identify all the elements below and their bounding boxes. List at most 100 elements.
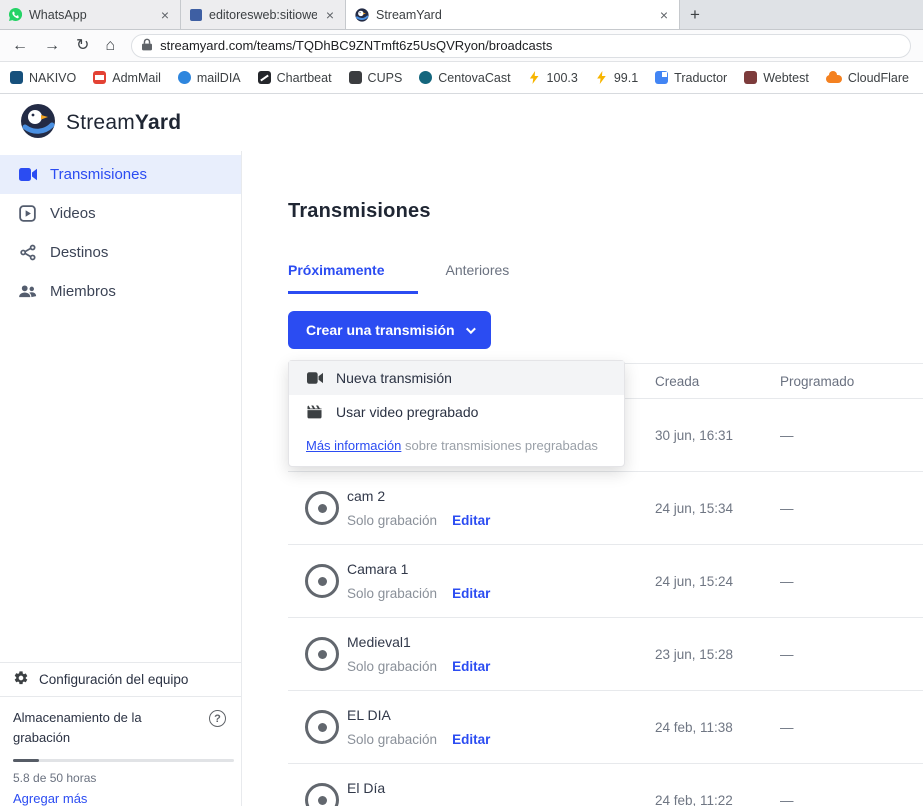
tab-title: editoresweb:sitioweb:eldia.co xyxy=(209,8,317,22)
add-more-link[interactable]: Agregar más xyxy=(13,791,228,806)
bookmark-centovacast[interactable]: CentovaCast xyxy=(419,71,510,85)
sidebar-spacer xyxy=(0,311,241,662)
broadcast-row[interactable]: EL DIA Solo grabación Editar 24 feb, 11:… xyxy=(288,691,923,764)
lightning-icon xyxy=(595,71,608,84)
scheduled-cell: — xyxy=(780,574,923,589)
storage-progress-bar xyxy=(13,759,234,762)
broadcast-subtitle-row xyxy=(347,803,385,806)
streamyard-logo[interactable]: StreamYard xyxy=(20,103,181,142)
record-icon xyxy=(305,637,339,671)
broadcast-text: El Día xyxy=(347,778,385,806)
sidebar: Transmisiones Videos Destinos Miembros xyxy=(0,151,242,806)
app-body: Transmisiones Videos Destinos Miembros xyxy=(0,151,923,806)
menu-item-video-pregrabado[interactable]: Usar video pregrabado xyxy=(289,395,624,429)
bookmark-label: mailDIA xyxy=(197,71,241,85)
broadcast-subtitle-row: Solo grabación Editar xyxy=(347,511,490,531)
created-cell: 24 feb, 11:22 xyxy=(655,793,780,806)
home-icon[interactable]: ⌂ xyxy=(105,38,115,54)
record-icon xyxy=(305,491,339,525)
broadcast-text: EL DIA Solo grabación Editar xyxy=(347,705,490,750)
sidebar-item-miembros[interactable]: Miembros xyxy=(0,272,241,311)
bookmark-maildia[interactable]: mailDIA xyxy=(178,71,241,85)
broadcast-subtitle-row: Solo grabación Editar xyxy=(347,584,490,604)
create-broadcast-button[interactable]: Crear una transmisión xyxy=(288,311,491,349)
sidebar-item-transmisiones[interactable]: Transmisiones xyxy=(0,155,241,194)
sidebar-item-label: Videos xyxy=(50,205,96,222)
broadcast-subtitle: Solo grabación xyxy=(347,584,437,604)
edit-link[interactable]: Editar xyxy=(452,657,490,677)
new-tab-button[interactable]: + xyxy=(680,0,710,29)
storage-title: Almacenamiento de la grabación xyxy=(13,708,181,747)
bookmark-100-3[interactable]: 100.3 xyxy=(528,71,578,85)
cloud-icon xyxy=(826,75,842,83)
broadcast-title: El Día xyxy=(347,778,385,798)
reload-icon[interactable]: ↻ xyxy=(76,38,89,54)
bookmark-label: Chartbeat xyxy=(277,71,332,85)
logo-part2: Yard xyxy=(135,111,181,134)
tab-proximamente[interactable]: Próximamente xyxy=(288,262,418,294)
logo-text: StreamYard xyxy=(66,111,181,135)
address-bar[interactable] xyxy=(131,34,911,58)
sidebar-item-label: Miembros xyxy=(50,283,116,300)
browser-toolbar: ← → ↻ ⌂ xyxy=(0,30,923,62)
tab-anteriores[interactable]: Anteriores xyxy=(445,262,509,294)
tab-title: WhatsApp xyxy=(29,8,152,22)
bookmark-nakivo[interactable]: NAKIVO xyxy=(10,71,76,85)
eldia-site-icon xyxy=(190,9,202,21)
bookmark-cloudflare[interactable]: CloudFlare xyxy=(826,71,909,85)
edit-link[interactable]: Editar xyxy=(452,584,490,604)
header-created: Creada xyxy=(655,374,780,389)
broadcast-title: cam 2 xyxy=(347,486,490,506)
bookmark-label: Webtest xyxy=(763,71,809,85)
close-icon[interactable]: × xyxy=(324,8,336,22)
back-icon[interactable]: ← xyxy=(12,38,28,54)
menu-item-nueva-transmision[interactable]: Nueva transmisión xyxy=(289,361,624,395)
forward-icon[interactable]: → xyxy=(44,38,60,54)
people-icon xyxy=(18,285,37,298)
team-settings-button[interactable]: Configuración del equipo xyxy=(0,662,241,697)
bookmark-label: CUPS xyxy=(368,71,403,85)
app-header: StreamYard xyxy=(0,94,923,151)
tab-streamyard[interactable]: StreamYard × xyxy=(346,0,680,29)
bookmark-cups[interactable]: CUPS xyxy=(349,71,403,85)
tab-whatsapp[interactable]: WhatsApp × xyxy=(0,0,181,29)
url-input[interactable] xyxy=(160,38,900,53)
bookmark-label: NAKIVO xyxy=(29,71,76,85)
edit-link[interactable]: Editar xyxy=(452,730,490,750)
more-info-link[interactable]: Más información xyxy=(306,438,401,453)
bookmark-webtest[interactable]: Webtest xyxy=(744,71,809,85)
nakivo-icon xyxy=(10,71,23,84)
page-title: Transmisiones xyxy=(288,200,923,223)
browser-tab-bar: WhatsApp × editoresweb:sitioweb:eldia.co… xyxy=(0,0,923,30)
edit-link[interactable]: Editar xyxy=(452,511,490,531)
more-info-rest: sobre transmisiones pregrabadas xyxy=(401,438,598,453)
bookmark-traductor[interactable]: Traductor xyxy=(655,71,727,85)
broadcast-row[interactable]: cam 2 Solo grabación Editar 24 jun, 15:3… xyxy=(288,472,923,545)
storage-usage: 5.8 de 50 horas xyxy=(13,771,228,785)
create-broadcast-dropdown: Nueva transmisión Usar video pregrabado … xyxy=(288,360,625,467)
video-library-icon xyxy=(18,205,37,222)
bookmark-99-1[interactable]: 99.1 xyxy=(595,71,638,85)
share-icon xyxy=(18,244,37,261)
broadcast-subtitle: Solo grabación xyxy=(347,730,437,750)
bookmark-chartbeat[interactable]: Chartbeat xyxy=(258,71,332,85)
tab-editoresweb[interactable]: editoresweb:sitioweb:eldia.co × xyxy=(181,0,346,29)
broadcast-row[interactable]: Camara 1 Solo grabación Editar 24 jun, 1… xyxy=(288,545,923,618)
close-icon[interactable]: × xyxy=(658,8,670,22)
webtest-icon xyxy=(744,71,757,84)
broadcast-text: Camara 1 Solo grabación Editar xyxy=(347,559,490,604)
record-icon xyxy=(305,564,339,598)
bookmark-label: CentovaCast xyxy=(438,71,510,85)
broadcast-name-cell: cam 2 Solo grabación Editar xyxy=(288,486,655,531)
broadcast-row[interactable]: Medieval1 Solo grabación Editar 23 jun, … xyxy=(288,618,923,691)
gear-icon xyxy=(13,670,29,689)
record-icon xyxy=(305,710,339,744)
bookmark-admmail[interactable]: AdmMail xyxy=(93,71,161,85)
sidebar-item-videos[interactable]: Videos xyxy=(0,194,241,233)
header-scheduled: Programado xyxy=(780,374,923,389)
close-icon[interactable]: × xyxy=(159,8,171,22)
help-icon[interactable]: ? xyxy=(209,710,226,727)
broadcast-row[interactable]: El Día 24 feb, 11:22 — xyxy=(288,764,923,806)
sidebar-item-destinos[interactable]: Destinos xyxy=(0,233,241,272)
team-settings-label: Configuración del equipo xyxy=(39,672,188,687)
